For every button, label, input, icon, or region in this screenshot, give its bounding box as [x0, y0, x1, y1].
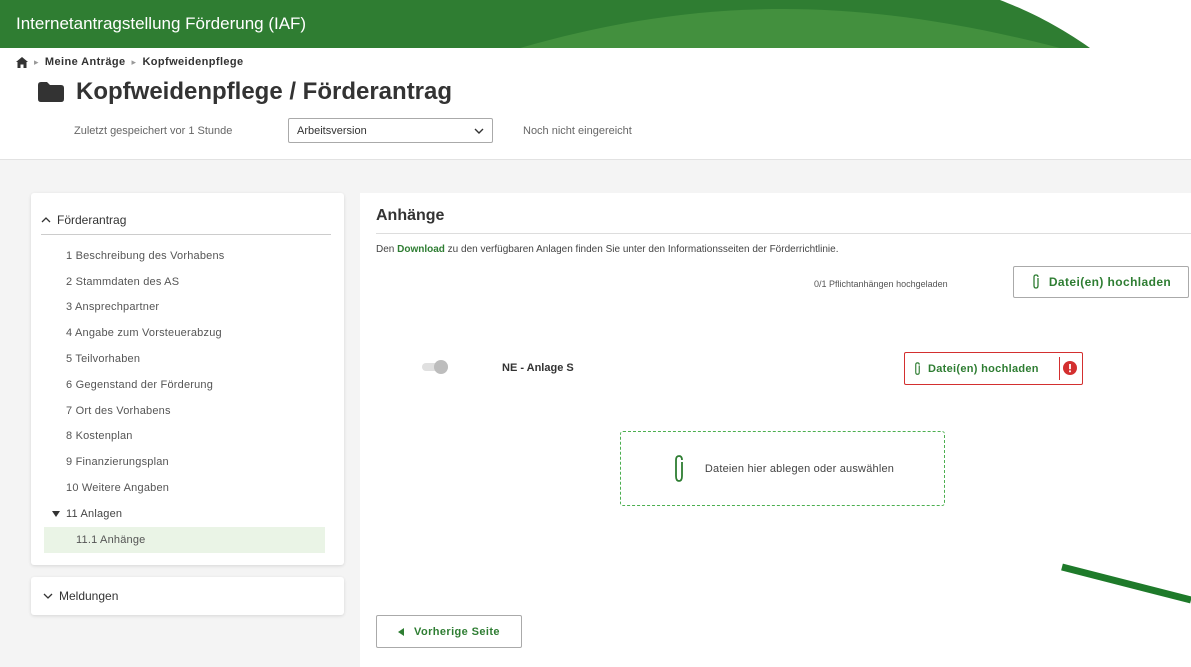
sidebar-group-anlagen[interactable]: 11 Anlagen	[44, 501, 325, 527]
attachment-toggle[interactable]	[422, 360, 450, 374]
sidebar-item-gegenstand[interactable]: 6 Gegenstand der Förderung	[44, 372, 325, 398]
section-heading: Anhänge	[376, 207, 445, 224]
app-title: Internetantragstellung Förderung (IAF)	[16, 14, 307, 33]
upload-files-button[interactable]: Datei(en) hochladen	[1013, 266, 1189, 298]
attachment-upload-button[interactable]: Datei(en) hochladen	[904, 352, 1083, 385]
paperclip-icon	[915, 361, 920, 375]
page-header: ▸ Meine Anträge ▸ Kopfweidenpflege Kopfw…	[0, 48, 1191, 160]
download-link[interactable]: Download	[397, 244, 445, 255]
meldungen-label: Meldungen	[59, 589, 119, 603]
toggle-knob	[434, 360, 448, 374]
sidebar-item-ort[interactable]: 7 Ort des Vorhabens	[44, 398, 325, 424]
sidebar-item-vorsteuerabzug[interactable]: 4 Angabe zum Vorsteuerabzug	[44, 320, 325, 346]
sidebar-item-ansprechpartner[interactable]: 3 Ansprechpartner	[44, 295, 325, 321]
page-title: Kopfweidenpflege / Förderantrag	[38, 78, 452, 106]
previous-page-button[interactable]: Vorherige Seite	[376, 615, 522, 648]
sidebar-item-kostenplan[interactable]: 8 Kostenplan	[44, 424, 325, 450]
attachment-upload-label: Datei(en) hochladen	[928, 362, 1039, 375]
sidebar-item-teilvorhaben[interactable]: 5 Teilvorhaben	[44, 346, 325, 372]
required-attachments-counter: 0/1 Pflichtanhängen hochgeladen	[814, 279, 948, 289]
file-dropzone[interactable]: Dateien hier ablegen oder auswählen	[620, 431, 945, 506]
breadcrumb-separator-icon: ▸	[34, 56, 39, 67]
version-select[interactable]: Arbeitsversion	[288, 118, 493, 143]
section-toggle-foerderantrag[interactable]: Förderantrag	[41, 205, 331, 235]
meldungen-toggle[interactable]: Meldungen	[31, 577, 344, 615]
meta-row: Zuletzt gespeichert vor 1 Stunde Arbeits…	[74, 118, 632, 143]
chevron-down-icon	[474, 128, 484, 134]
sidebar-item-beschreibung[interactable]: 1 Beschreibung des Vorhabens	[44, 243, 325, 269]
app-header-bar: Internetantragstellung Förderung (IAF)	[0, 0, 1191, 48]
last-saved-text: Zuletzt gespeichert vor 1 Stunde	[74, 124, 233, 137]
caret-left-icon	[398, 627, 405, 636]
chevron-down-icon	[43, 593, 53, 599]
sidebar-item-stammdaten[interactable]: 2 Stammdaten des AS	[44, 269, 325, 295]
previous-page-label: Vorherige Seite	[414, 625, 500, 638]
chevron-up-icon	[41, 216, 51, 222]
breadcrumb: ▸ Meine Anträge ▸ Kopfweidenpflege	[16, 56, 244, 68]
attachment-name: NE - Anlage S	[502, 362, 574, 374]
home-icon[interactable]	[16, 56, 28, 68]
upload-files-label: Datei(en) hochladen	[1048, 275, 1172, 289]
folder-icon	[38, 82, 64, 102]
sidebar-item-finanzierungsplan[interactable]: 9 Finanzierungsplan	[44, 449, 325, 475]
page-title-text: Kopfweidenpflege / Förderantrag	[76, 78, 453, 105]
sidebar-item-weitere-angaben[interactable]: 10 Weitere Angaben	[44, 475, 325, 501]
button-divider	[1059, 357, 1060, 380]
section-label: Förderantrag	[57, 212, 127, 227]
paperclip-icon	[1033, 274, 1039, 289]
breadcrumb-item-kopfweidenpflege[interactable]: Kopfweidenpflege	[142, 56, 243, 68]
breadcrumb-separator-icon: ▸	[131, 56, 137, 67]
download-info-text: Den Download zu den verfügbaren Anlagen …	[376, 244, 838, 255]
breadcrumb-item-meine-antraege[interactable]: Meine Anträge	[45, 56, 126, 68]
caret-down-icon	[52, 510, 60, 517]
sidebar-group-label: 11 Anlagen	[66, 507, 123, 520]
info-text-before: Den	[376, 244, 398, 255]
submission-status-text: Noch nicht eingereicht	[523, 124, 632, 137]
main-panel: Anhänge Den Download zu den verfügbaren …	[360, 193, 1191, 667]
sidebar-item-anhaenge[interactable]: 11.1 Anhänge	[44, 526, 325, 553]
heading-divider	[376, 233, 1191, 234]
error-icon	[1063, 361, 1077, 375]
nav-list: 1 Beschreibung des Vorhabens 2 Stammdate…	[44, 243, 325, 553]
dropzone-text: Dateien hier ablegen oder auswählen	[704, 462, 895, 475]
paperclip-icon	[674, 454, 683, 482]
sidebar-nav: Förderantrag 1 Beschreibung des Vorhaben…	[31, 193, 344, 565]
info-text-after: zu den verfügbaren Anlagen finden Sie un…	[444, 244, 839, 255]
version-select-value: Arbeitsversion	[297, 124, 367, 137]
